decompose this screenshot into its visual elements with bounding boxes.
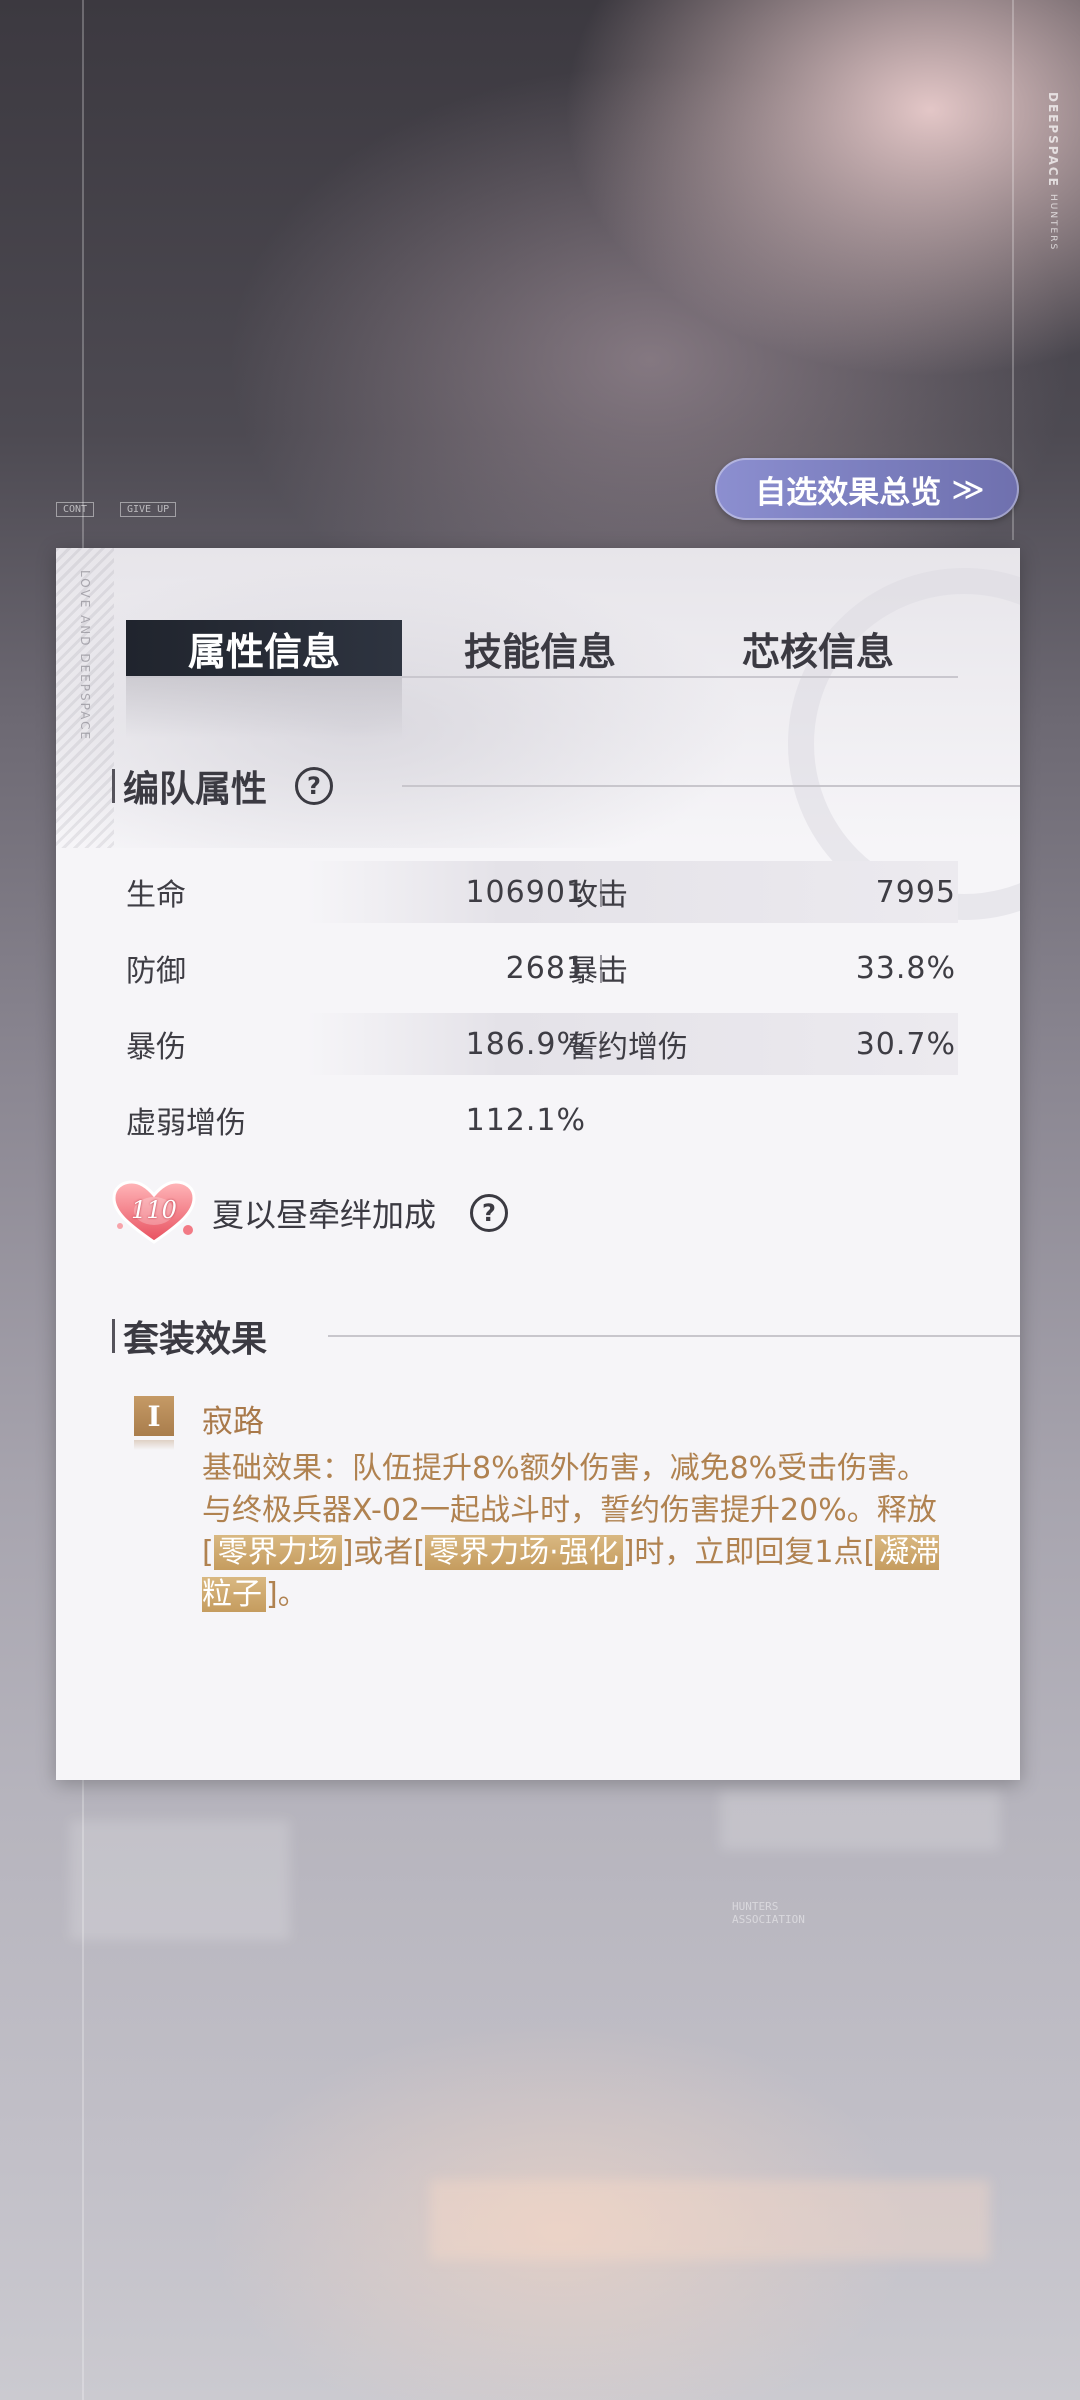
active-tab-shadow bbox=[126, 678, 402, 738]
stat-label-def: 防御 bbox=[126, 954, 186, 989]
keyword-zero-field-enhanced[interactable]: 零界力场·强化 bbox=[425, 1535, 623, 1570]
bg-blur-block bbox=[720, 1790, 1000, 1850]
section-divider bbox=[328, 1335, 1020, 1337]
tab-attributes-label: 属性信息 bbox=[187, 629, 340, 674]
bg-blur-block bbox=[430, 2180, 990, 2260]
set-name: 寂路 bbox=[202, 1404, 264, 1440]
bg-frame-line-right bbox=[1012, 0, 1014, 540]
bg-chip-cont: CONT bbox=[56, 502, 95, 517]
set-tier-icon-shadow bbox=[134, 1440, 174, 1450]
double-chevron-right-icon: ≫ bbox=[951, 470, 984, 508]
stat-row: 防御 2681 暴击 33.8% bbox=[126, 937, 958, 999]
bg-chip-giveup: GIVE UP bbox=[120, 502, 177, 517]
stat-row: 虚弱增伤 112.1% bbox=[126, 1089, 958, 1151]
stat-label-atk: 攻击 bbox=[568, 878, 628, 913]
set-description: 基础效果：队伍提升8%额外伤害，减免8%受击伤害。与终极兵器X-02一起战斗时，… bbox=[202, 1448, 954, 1616]
set-tier-icon: I bbox=[134, 1396, 174, 1436]
desc-text: ]或者[ bbox=[341, 1535, 426, 1570]
stat-label-crit-dmg: 暴伤 bbox=[126, 1030, 186, 1065]
stat-label-hp: 生命 bbox=[126, 878, 186, 913]
brand-main: DEEPSPACE bbox=[1046, 92, 1060, 188]
set-effect-title: 套装效果 bbox=[123, 1319, 268, 1360]
tab-skills[interactable]: 技能信息 bbox=[402, 620, 678, 676]
help-icon[interactable]: ? bbox=[470, 1194, 509, 1232]
set-effect-header: 套装效果 bbox=[112, 1311, 1020, 1361]
brand-sub: HUNTERS bbox=[1048, 193, 1058, 252]
tab-skills-label: 技能信息 bbox=[463, 629, 616, 674]
brand-vertical-text: DEEPSPACE HUNTERS bbox=[1046, 92, 1060, 251]
desc-text: ]。 bbox=[266, 1577, 308, 1612]
effect-overview-label: 自选效果总览 bbox=[755, 474, 942, 511]
tab-cores[interactable]: 芯核信息 bbox=[678, 620, 958, 676]
bond-level: 110 bbox=[131, 1196, 177, 1224]
stat-label-oath-dmg: 誓约增伤 bbox=[568, 1030, 688, 1065]
tab-bar: 属性信息 技能信息 芯核信息 bbox=[126, 620, 958, 678]
effect-overview-button[interactable]: 自选效果总览 ≫ bbox=[715, 458, 1019, 520]
stat-value-weak-dmg: 112.1% bbox=[465, 1102, 586, 1138]
game-screen: DEEPSPACE HUNTERS CONT GIVE UP HUNTERS A… bbox=[0, 0, 1080, 2400]
info-panel: LOVE AND DEEPSPACE 属性信息 技能信息 芯核信息 编队属性 ?… bbox=[56, 548, 1020, 1780]
tab-cores-label: 芯核信息 bbox=[741, 629, 894, 674]
stat-label-weak-dmg: 虚弱增伤 bbox=[126, 1106, 246, 1141]
stat-row: 生命 106901 攻击 7995 bbox=[126, 861, 958, 923]
panel-side-text: LOVE AND DEEPSPACE bbox=[78, 570, 92, 742]
tab-attributes[interactable]: 属性信息 bbox=[126, 620, 402, 676]
bond-label: 夏以昼牵绊加成 bbox=[212, 1196, 437, 1234]
heart-icon: 110 bbox=[108, 1178, 200, 1248]
section-marker bbox=[112, 769, 115, 803]
stat-label-crit: 暴击 bbox=[568, 954, 628, 989]
desc-text: ]时，立即回复1点[ bbox=[622, 1535, 876, 1570]
team-attributes-title: 编队属性 bbox=[123, 769, 268, 810]
help-icon[interactable]: ? bbox=[295, 767, 334, 805]
bg-blur-block bbox=[70, 1820, 290, 1940]
keyword-zero-field[interactable]: 零界力场 bbox=[213, 1535, 342, 1570]
team-attributes-header: 编队属性 ? bbox=[112, 761, 1020, 811]
stat-value-atk: 7995 bbox=[875, 874, 956, 910]
bond-bonus-row[interactable]: 110 夏以昼牵绊加成 ? bbox=[108, 1178, 509, 1248]
section-divider bbox=[402, 785, 1020, 787]
stat-row: 暴伤 186.9% 誓约增伤 30.7% bbox=[126, 1013, 958, 1075]
stat-value-oath-dmg: 30.7% bbox=[855, 1026, 956, 1062]
bg-association-text: HUNTERS ASSOCIATION bbox=[732, 1900, 805, 1926]
section-marker bbox=[112, 1319, 115, 1353]
stat-value-crit: 33.8% bbox=[855, 950, 956, 986]
